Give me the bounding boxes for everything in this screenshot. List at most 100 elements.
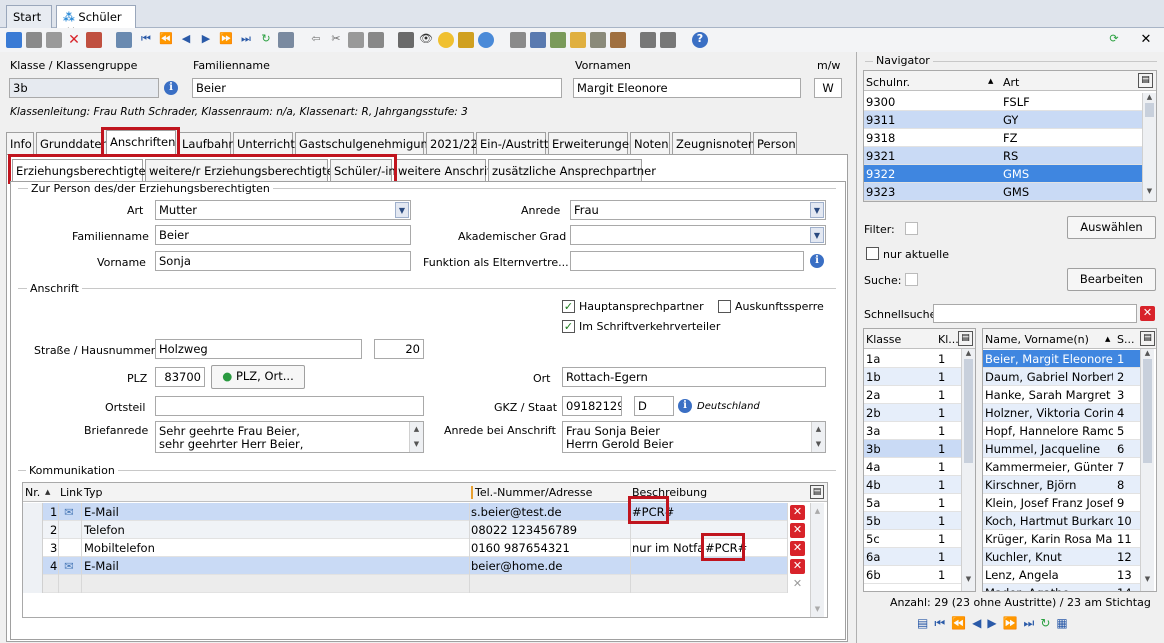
hauptansprechpartner-checkbox[interactable]: ✓ (562, 300, 575, 313)
gkz-field[interactable]: 09182129 (562, 396, 622, 416)
note-icon[interactable] (590, 32, 606, 48)
close-window-icon[interactable]: ✕ (1138, 32, 1154, 48)
klasse-row[interactable]: 4a 1 (864, 458, 961, 476)
prev-icon[interactable]: ◀ (178, 32, 194, 48)
grid-icon[interactable] (278, 32, 294, 48)
clear-search-icon[interactable]: ✕ (1140, 306, 1155, 321)
col-schulnr[interactable]: Schulnr. (866, 76, 910, 89)
next-icon[interactable]: ▶ (987, 616, 1002, 630)
delete-row-icon[interactable]: ✕ (790, 559, 805, 574)
familienname-field[interactable]: Beier (192, 78, 562, 98)
schueler-row[interactable]: Hummel, Jacqueline 6 (983, 440, 1140, 458)
col-link[interactable]: Link (60, 486, 83, 499)
schueler-row[interactable]: Hopf, Hannelore Ramo... 5 (983, 422, 1140, 440)
table-row[interactable]: 4 ✉ E-Mail beier@home.de (23, 557, 787, 575)
subtab-zusaetzliche-ansprechpartner[interactable]: zusätzliche Ansprechpartner (488, 159, 656, 181)
refresh-icon[interactable]: ↻ (258, 32, 274, 48)
column-chooser-icon[interactable]: ▤ (958, 331, 973, 346)
tools-icon[interactable] (510, 32, 526, 48)
schueler-row[interactable]: Kirschner, Björn 8 (983, 476, 1140, 494)
copy-icon[interactable] (348, 32, 364, 48)
chevron-down-icon[interactable]: ▼ (810, 202, 824, 218)
col-klasse[interactable]: Klasse (866, 333, 901, 346)
sync-icon[interactable]: ⟳ (1106, 32, 1122, 48)
col-kl[interactable]: Kl... (938, 333, 959, 346)
bearbeiten-button[interactable]: Bearbeiten (1067, 268, 1156, 291)
table-row[interactable]: 3 Mobiltelefon 0160 987654321 nur im Not… (23, 539, 787, 557)
schueler-row[interactable]: Mader, Agathe14 (983, 584, 1140, 591)
help-icon[interactable]: ? (692, 32, 708, 48)
plz-field[interactable]: 83700 (155, 367, 205, 387)
delete-icon[interactable]: ✕ (66, 32, 82, 48)
vornamen-field[interactable]: Margit Eleonore (573, 78, 801, 98)
hausnummer-field[interactable]: 20 (374, 339, 424, 359)
users-icon[interactable] (550, 32, 566, 48)
info-icon[interactable]: i (678, 399, 692, 413)
column-chooser-icon[interactable]: ▤ (1138, 73, 1153, 88)
scrollbar[interactable]: ▲ ▼ (1142, 93, 1156, 201)
person-vorname-field[interactable]: Sonja (155, 251, 411, 271)
pencil-icon[interactable] (458, 32, 474, 48)
delete-row-icon[interactable]: ✕ (790, 541, 805, 556)
briefanrede-field[interactable]: Sehr geehrte Frau Beier, sehr geehrter H… (155, 421, 424, 453)
schueler-row[interactable]: Klein, Josef Franz Josef 9 (983, 494, 1140, 512)
nur-aktuelle-checkbox[interactable] (866, 247, 879, 260)
anrede-select[interactable]: Frau ▼ (570, 200, 826, 220)
column-chooser-icon[interactable]: ▤ (1140, 331, 1155, 346)
suche-checkbox[interactable] (905, 273, 918, 286)
subtab-erziehungsberechtigte[interactable]: Erziehungsberechtigte/r (12, 159, 154, 181)
tab-unterricht[interactable]: Unterricht (233, 132, 295, 154)
new-icon[interactable] (6, 32, 22, 48)
klasse-row[interactable]: 6b 1 (864, 566, 961, 584)
mail-icon[interactable]: ✉ (64, 559, 74, 573)
col-name[interactable]: Name, Vorname(n) (985, 333, 1089, 346)
schueler-row[interactable]: Hanke, Sarah Margret 3 (983, 386, 1140, 404)
scrollbar[interactable]: ▲ ▼ (810, 503, 824, 617)
klasse-row[interactable]: 3a 1 (864, 422, 961, 440)
subtab-schueler[interactable]: Schüler/-in (330, 159, 396, 181)
mail-icon[interactable]: ✉ (64, 505, 74, 519)
print-icon[interactable] (398, 32, 414, 48)
first-icon[interactable]: ⏮ (934, 616, 951, 630)
prev-icon[interactable]: ◀ (972, 616, 987, 630)
col-nr[interactable]: Nr. (25, 486, 40, 499)
tab-laufbahn[interactable]: Laufbahn (178, 132, 236, 154)
scrollbar[interactable]: ▲ ▼ (961, 349, 975, 591)
ortsteil-field[interactable] (155, 396, 424, 416)
schriftverkehr-checkbox[interactable]: ✓ (562, 320, 575, 333)
schueler-row[interactable]: Kuchler, Knut 12 (983, 548, 1140, 566)
undo-icon[interactable] (46, 32, 62, 48)
person-familienname-field[interactable]: Beier (155, 225, 411, 245)
cut-icon[interactable]: ✂ (328, 32, 344, 48)
cancel-icon[interactable] (86, 32, 102, 48)
tab-info[interactable]: Info (6, 132, 34, 154)
scrollbar[interactable]: ▲ ▼ (811, 422, 825, 452)
table-row[interactable]: 1 ✉ E-Mail s.beier@test.de #PCR# (23, 503, 787, 521)
school-row[interactable]: 9311 GY (864, 111, 1142, 129)
schueler-row[interactable]: Koch, Hartmut Burkard ...10 (983, 512, 1140, 530)
klasse-row[interactable]: 5c 1 (864, 530, 961, 548)
tab-noten[interactable]: Noten (630, 132, 670, 154)
auswaehlen-button[interactable]: Auswählen (1067, 216, 1156, 239)
ort-field[interactable]: Rottach-Egern (562, 367, 826, 387)
folder-icon[interactable] (570, 32, 586, 48)
school-row[interactable]: 9300 FSLF (864, 93, 1142, 111)
clock-icon[interactable] (478, 32, 494, 48)
tab-start[interactable]: Start (6, 5, 52, 28)
scrollbar[interactable]: ▲ ▼ (409, 422, 423, 452)
last-icon[interactable]: ⏭ (238, 32, 254, 48)
tab-schueler[interactable]: ⁂ Schüler ✕ (56, 5, 136, 38)
akad-grad-select[interactable]: ▼ (570, 225, 826, 245)
klasse-row[interactable]: 4b 1 (864, 476, 961, 494)
school-row[interactable]: 9318 FZ (864, 129, 1142, 147)
auskunftssperre-checkbox[interactable] (718, 300, 731, 313)
klasse-row[interactable]: 6a 1 (864, 548, 961, 566)
klasse-row[interactable]: 5a 1 (864, 494, 961, 512)
funktion-field[interactable] (570, 251, 804, 271)
klasse-row[interactable]: 5b 1 (864, 512, 961, 530)
contact-icon[interactable] (610, 32, 626, 48)
bulb-icon[interactable] (438, 32, 454, 48)
schueler-row[interactable]: Lenz, Angela 13 (983, 566, 1140, 584)
list-icon[interactable]: ▤ (917, 616, 934, 630)
klasse-row[interactable]: 3b 1 (864, 440, 961, 458)
